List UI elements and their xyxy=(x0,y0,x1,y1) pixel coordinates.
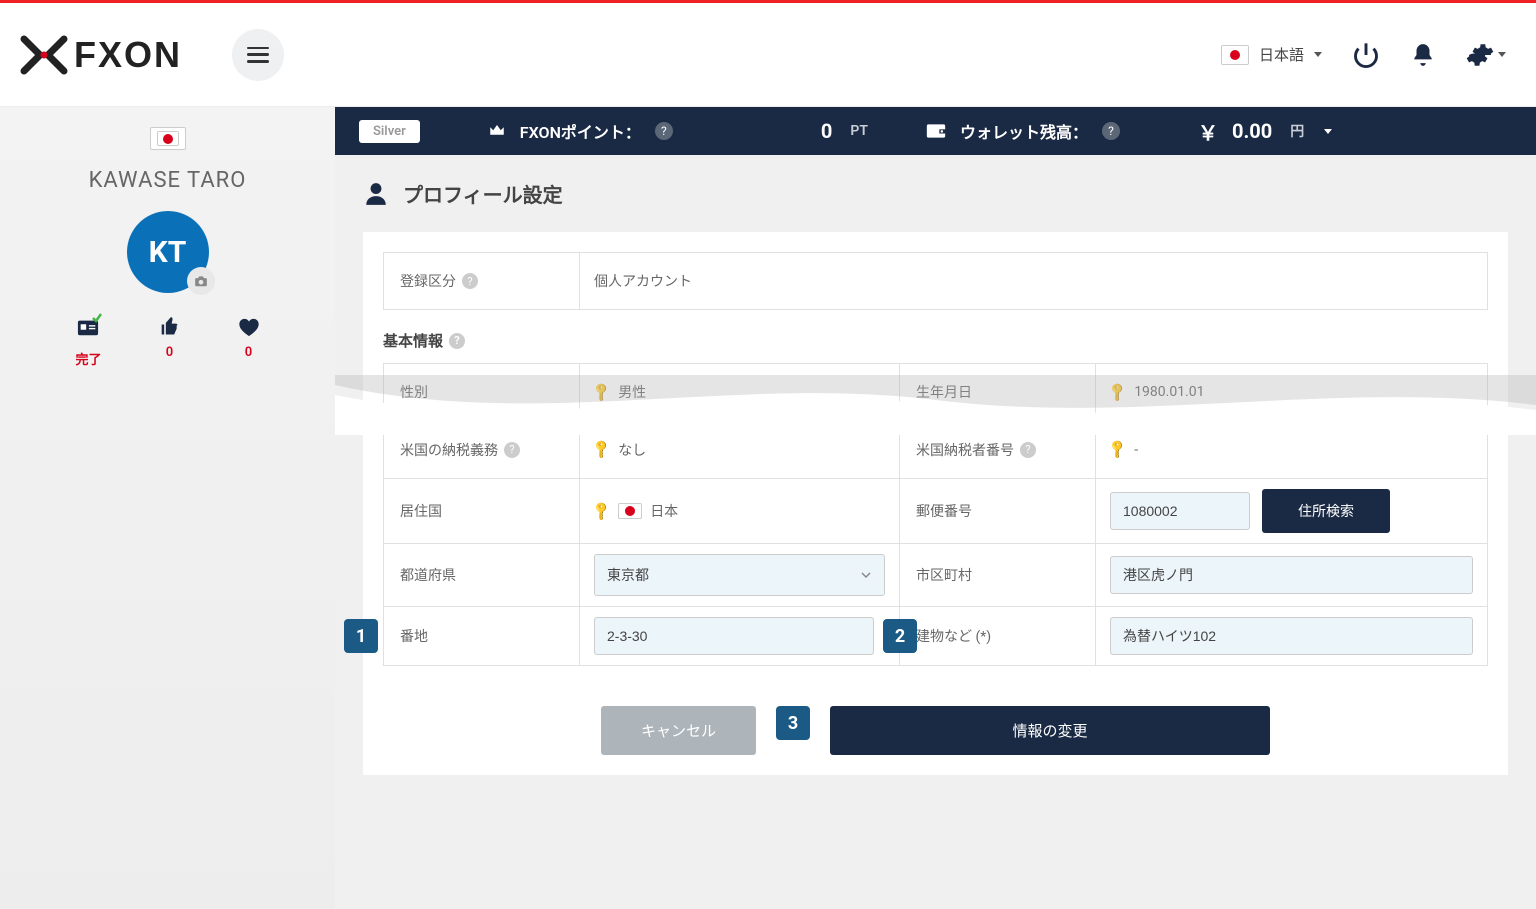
city-input[interactable] xyxy=(1110,556,1473,594)
tier-badge: Silver xyxy=(359,120,420,143)
logo[interactable]: FXON xyxy=(20,34,182,76)
hamburger-icon xyxy=(247,47,269,63)
key-icon: 🔑 xyxy=(1107,381,1129,403)
user-icon xyxy=(363,181,389,207)
likes-count: 0 xyxy=(166,345,173,360)
submit-button[interactable]: 情報の変更 xyxy=(830,706,1270,755)
help-icon[interactable]: ? xyxy=(1102,122,1120,140)
favorites-stat[interactable]: 0 xyxy=(238,317,260,368)
main-content: Silver FXONポイント： ? 0 PT ウォレット残高： ? ￥ 0.0… xyxy=(335,107,1536,909)
help-icon[interactable]: ? xyxy=(449,333,465,349)
chevron-down-icon xyxy=(860,569,872,581)
help-icon[interactable]: ? xyxy=(1020,442,1036,458)
check-icon xyxy=(92,313,102,323)
sidebar: KAWASE TARO KT 完了 0 0 xyxy=(0,107,335,909)
id-verified-stat[interactable]: 完了 xyxy=(75,317,101,368)
registration-type-label: 登録区分 ? xyxy=(384,253,580,309)
camera-icon[interactable] xyxy=(187,267,215,295)
japan-flag-icon xyxy=(1221,45,1249,65)
wallet-currency: ￥ xyxy=(1198,117,1218,146)
city-label: 市区町村 xyxy=(900,544,1096,606)
points-label: FXONポイント： xyxy=(520,119,641,143)
avatar[interactable]: KT xyxy=(127,211,209,293)
hearts-count: 0 xyxy=(245,345,252,360)
logo-x-icon xyxy=(20,35,68,75)
step-badge-1: 1 xyxy=(344,619,378,653)
wallet-unit: 円 xyxy=(1290,121,1304,141)
header: FXON 日本語 xyxy=(0,3,1536,107)
profile-form-card: 登録区分 ? 個人アカウント 基本情報 ? 性別 🔑 男性 生年月日 🔑 xyxy=(363,232,1508,775)
step-badge-2: 2 xyxy=(883,619,917,653)
chevron-down-icon xyxy=(1498,52,1506,57)
key-icon: 🔑 xyxy=(591,438,613,460)
page-title: プロフィール設定 xyxy=(403,179,563,208)
building-label: 建物など (*) xyxy=(900,607,1096,665)
id-stat-label: 完了 xyxy=(75,349,101,368)
chevron-down-icon[interactable] xyxy=(1324,129,1332,134)
avatar-initials: KT xyxy=(149,235,187,270)
form-button-row: キャンセル 3 情報の変更 xyxy=(383,706,1488,755)
postal-code-label: 郵便番号 xyxy=(900,479,1096,543)
crown-icon xyxy=(488,122,506,140)
building-input[interactable] xyxy=(1110,617,1473,655)
language-selector[interactable]: 日本語 xyxy=(1221,44,1322,65)
us-tax-number-value: - xyxy=(1134,442,1138,458)
key-icon: 🔑 xyxy=(1107,438,1129,460)
points-value: 0 xyxy=(821,119,832,143)
residence-country-label: 居住国 xyxy=(384,479,580,543)
residence-country-value: 日本 xyxy=(650,501,678,521)
prefecture-select[interactable]: 東京都 xyxy=(594,554,885,596)
thumbs-up-icon xyxy=(160,317,180,337)
likes-stat[interactable]: 0 xyxy=(160,317,180,368)
user-country-flag xyxy=(150,127,186,150)
street-label: 番地 xyxy=(384,607,580,665)
prefecture-label: 都道府県 xyxy=(384,544,580,606)
postal-code-input[interactable] xyxy=(1110,492,1250,530)
dob-label: 生年月日 xyxy=(900,364,1096,420)
us-tax-label: 米国の納税義務 ? xyxy=(384,421,580,478)
chevron-down-icon xyxy=(1314,52,1322,57)
status-bar: Silver FXONポイント： ? 0 PT ウォレット残高： ? ￥ 0.0… xyxy=(335,107,1536,155)
wallet-value: 0.00 xyxy=(1232,119,1272,143)
address-search-button[interactable]: 住所検索 xyxy=(1262,489,1390,533)
japan-flag-icon xyxy=(618,503,642,519)
bell-icon[interactable] xyxy=(1410,42,1436,68)
help-icon[interactable]: ? xyxy=(504,442,520,458)
gender-label: 性別 xyxy=(384,364,580,420)
wallet-icon xyxy=(926,122,946,140)
heart-icon xyxy=(238,317,260,337)
dob-value: 1980.01.01 xyxy=(1134,384,1204,400)
power-icon[interactable] xyxy=(1352,41,1380,69)
logo-text: FXON xyxy=(74,34,182,76)
us-tax-number-label: 米国納税者番号 ? xyxy=(900,421,1096,478)
us-tax-value: なし xyxy=(618,440,646,460)
street-input[interactable] xyxy=(594,617,874,655)
language-label: 日本語 xyxy=(1259,44,1304,65)
key-icon: 🔑 xyxy=(591,500,613,522)
cancel-button[interactable]: キャンセル xyxy=(601,706,756,755)
basic-info-section-title: 基本情報 ? xyxy=(383,330,1488,351)
wallet-label: ウォレット残高： xyxy=(960,119,1088,143)
settings-gear-icon[interactable] xyxy=(1466,41,1506,69)
user-name: KAWASE TARO xyxy=(0,168,335,193)
gender-value: 男性 xyxy=(618,382,646,402)
page-title-row: プロフィール設定 xyxy=(335,155,1536,232)
key-icon: 🔑 xyxy=(591,381,613,403)
points-unit: PT xyxy=(850,123,868,139)
help-icon[interactable]: ? xyxy=(655,122,673,140)
hamburger-menu-button[interactable] xyxy=(232,29,284,81)
registration-type-value: 個人アカウント xyxy=(580,253,1487,309)
help-icon[interactable]: ? xyxy=(462,273,478,289)
step-badge-3: 3 xyxy=(776,706,810,740)
